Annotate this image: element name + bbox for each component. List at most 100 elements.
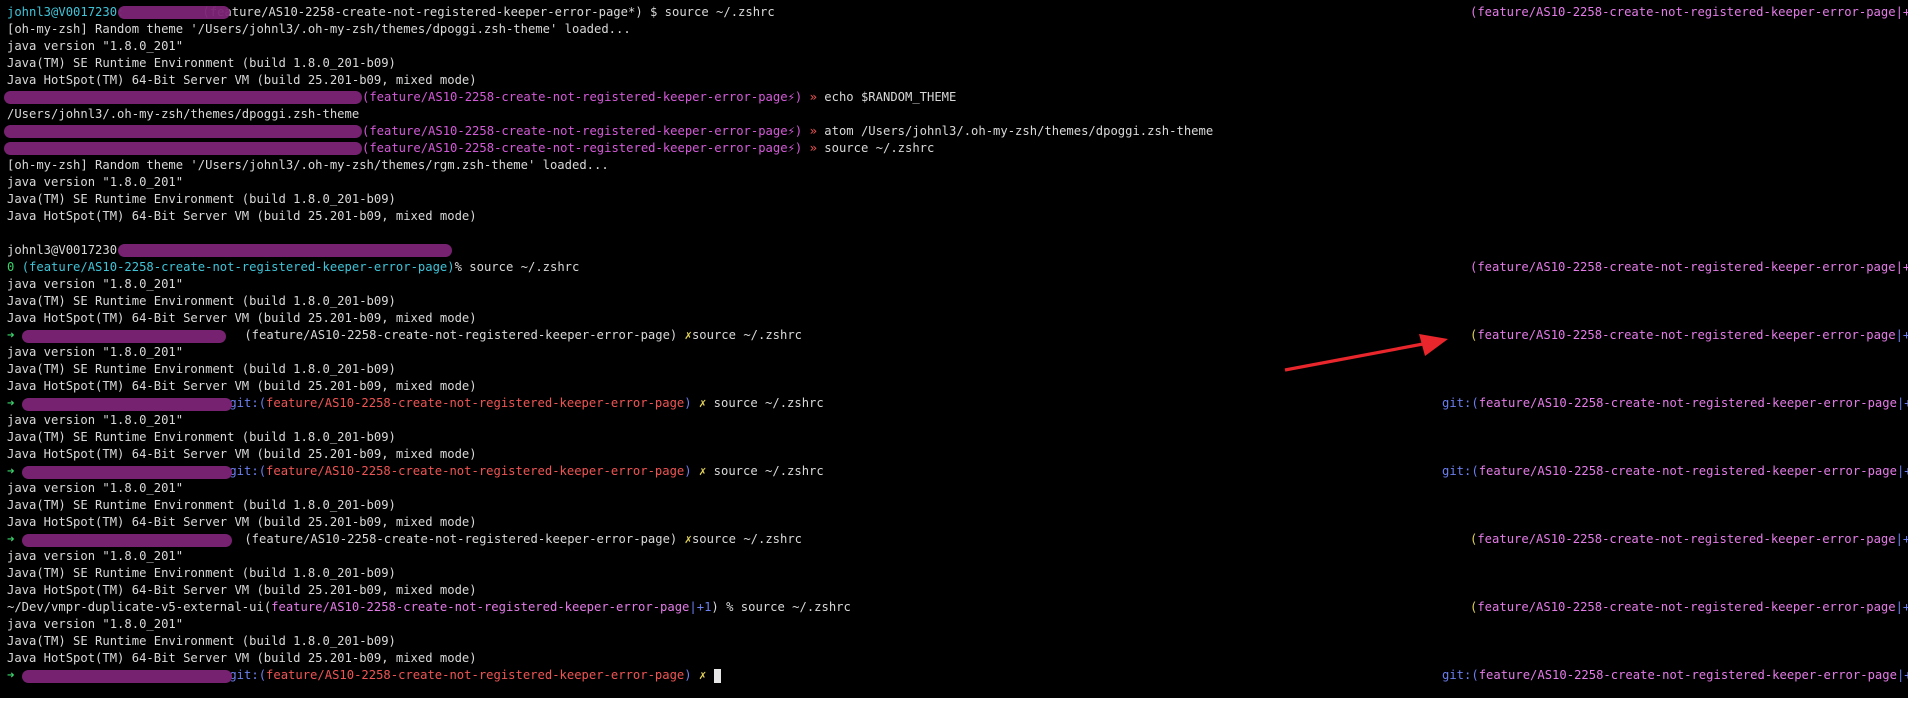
branch-label: feature/AS10-2258-create-not-registered-…: [271, 600, 690, 614]
redaction-mark: [4, 142, 362, 155]
terminal-line-36: java version "1.8.0_201": [7, 617, 184, 631]
branch-label: (feature/AS10-2258-create-not-registered…: [21, 260, 455, 274]
right-prompt-text: feature/AS10-2258-create-not-registered-…: [1477, 600, 1896, 614]
dirty-mark-icon: ✗: [698, 396, 707, 410]
terminal-line-14: johnl3@V0017230: [7, 243, 118, 257]
terminal-line-32: java version "1.8.0_201": [7, 549, 184, 563]
terminal-line-13: Java HotSpot(TM) 64-Bit Server VM (build…: [7, 209, 477, 223]
terminal-line-29: Java(TM) SE Runtime Environment (build 1…: [7, 498, 396, 512]
command-text: echo $RANDOM_THEME: [824, 90, 957, 104]
terminal-line-3: java version "1.8.0_201": [7, 39, 184, 53]
git-label: git:(: [1442, 396, 1479, 410]
command-text: source ~/.zshrc: [691, 532, 803, 546]
dirty-mark-icon: ✗: [698, 464, 707, 478]
branch-label: (feature/AS10-2258-create-not-registered…: [362, 141, 803, 155]
git-close: ): [684, 464, 692, 478]
terminal-line-38: Java HotSpot(TM) 64-Bit Server VM (build…: [7, 651, 477, 665]
exit-code: 0: [7, 260, 15, 274]
branch-label: (feature/AS10-2258-create-not-registered…: [244, 328, 678, 342]
prompt-separator: »: [809, 124, 817, 138]
git-label: git:(: [229, 464, 267, 478]
command-text: % source ~/.zshrc: [718, 600, 851, 614]
prompt-separator: »: [809, 90, 817, 104]
plus-count: |+1: [1896, 396, 1908, 410]
prompt-arrow-icon: ➜: [7, 396, 15, 410]
cwd-path: ~/Dev/vmpr-duplicate-v5-external-ui: [7, 600, 264, 614]
user-host: johnl3@V0017230:: [7, 5, 125, 19]
right-prompt-text: feature/AS10-2258-create-not-registered-…: [1478, 464, 1897, 478]
branch-label: (feature/AS10-2258-create-not-registered…: [244, 532, 678, 546]
branch-label: (feature/AS10-2258-create-not-registered…: [362, 90, 803, 104]
right-prompt: (feature/AS10-2258-create-not-registered…: [1470, 259, 1908, 276]
right-prompt-text: (feature/AS10-2258-create-not-registered…: [1470, 5, 1908, 19]
right-prompt-text: (feature/AS10-2258-create-not-registered…: [1470, 260, 1908, 274]
terminal-line-34: Java HotSpot(TM) 64-Bit Server VM (build…: [7, 583, 477, 597]
git-label: git:(: [1442, 668, 1479, 682]
terminal-line-10: [oh-my-zsh] Random theme '/Users/johnl3/…: [7, 158, 609, 172]
terminal-line-7: /Users/johnl3/.oh-my-zsh/themes/dpoggi.z…: [7, 107, 360, 121]
right-prompt: git:(feature/AS10-2258-create-not-regist…: [1442, 395, 1908, 412]
terminal-line-24: java version "1.8.0_201": [7, 413, 184, 427]
prompt-symbol: %: [454, 260, 462, 274]
prompt-arrow-icon: ➜: [7, 464, 15, 478]
git-label: git:(: [1442, 464, 1479, 478]
terminal-line-9: (feature/AS10-2258-create-not-registered…: [362, 140, 934, 157]
right-prompt: (feature/AS10-2258-create-not-registered…: [1470, 600, 1908, 614]
redaction-mark: [118, 244, 452, 257]
terminal-line-17: Java(TM) SE Runtime Environment (build 1…: [7, 294, 396, 308]
terminal-line-20: java version "1.8.0_201": [7, 345, 184, 359]
dirty-mark-icon: ✗: [684, 532, 692, 546]
right-prompt-text: feature/AS10-2258-create-not-registered-…: [1477, 532, 1896, 546]
right-prompt: (feature/AS10-2258-create-not-registered…: [1470, 532, 1908, 546]
right-prompt: (feature/AS10-2258-create-not-registered…: [1470, 4, 1908, 21]
redaction-mark: [22, 466, 232, 479]
git-close: ): [684, 396, 692, 410]
terminal-line-28: java version "1.8.0_201": [7, 481, 184, 495]
terminal-line-26: Java HotSpot(TM) 64-Bit Server VM (build…: [7, 447, 477, 461]
terminal-line-8: (feature/AS10-2258-create-not-registered…: [362, 123, 1213, 140]
terminal-line-5: Java HotSpot(TM) 64-Bit Server VM (build…: [7, 73, 477, 87]
command-text: atom /Users/johnl3/.oh-my-zsh/themes/dpo…: [824, 124, 1214, 138]
terminal-line-33: Java(TM) SE Runtime Environment (build 1…: [7, 566, 396, 580]
git-label: git:(: [229, 668, 267, 682]
redaction-mark: [22, 398, 232, 411]
redaction-mark: [22, 670, 232, 683]
prompt-arrow-icon: ➜: [7, 668, 15, 682]
right-prompt-text: feature/AS10-2258-create-not-registered-…: [1477, 328, 1896, 342]
plus-count: |+1: [689, 600, 712, 614]
dirty-mark-icon: ✗: [684, 328, 692, 342]
command-text: (feature/AS10-2258-create-not-registered…: [202, 5, 775, 19]
right-prompt: git:(feature/AS10-2258-create-not-regist…: [1442, 463, 1908, 480]
terminal-line-18: Java HotSpot(TM) 64-Bit Server VM (build…: [7, 311, 477, 325]
command-text: source ~/.zshrc: [713, 464, 824, 478]
branch-label: feature/AS10-2258-create-not-registered-…: [266, 396, 685, 410]
terminal-line-16: java version "1.8.0_201": [7, 277, 184, 291]
terminal-line-22: Java HotSpot(TM) 64-Bit Server VM (build…: [7, 379, 477, 393]
branch-label: feature/AS10-2258-create-not-registered-…: [266, 668, 685, 682]
redaction-mark: [22, 330, 226, 343]
text-cursor[interactable]: [713, 668, 721, 683]
terminal-line-35: ~/Dev/vmpr-duplicate-v5-external-ui(feat…: [7, 600, 851, 614]
terminal-line-37: Java(TM) SE Runtime Environment (build 1…: [7, 634, 396, 648]
terminal-line-12: Java(TM) SE Runtime Environment (build 1…: [7, 192, 396, 206]
terminal-window[interactable]: johnl3@V0017230: (feature/AS10-2258-creat…: [0, 0, 1908, 698]
right-prompt: (feature/AS10-2258-create-not-registered…: [1470, 328, 1908, 342]
redaction-mark: [4, 125, 362, 138]
command-text: source ~/.zshrc: [469, 260, 580, 274]
terminal-line-6: (feature/AS10-2258-create-not-registered…: [362, 89, 956, 106]
command-text: source ~/.zshrc: [824, 141, 935, 155]
redaction-mark: [4, 91, 362, 104]
command-text: source ~/.zshrc: [691, 328, 803, 342]
right-prompt-text: feature/AS10-2258-create-not-registered-…: [1478, 668, 1897, 682]
git-label: git:(: [229, 396, 267, 410]
command-text: source ~/.zshrc: [713, 396, 824, 410]
redaction-mark: [22, 534, 232, 547]
plus-count: |+1: [1896, 668, 1908, 682]
terminal-line-25: Java(TM) SE Runtime Environment (build 1…: [7, 430, 396, 444]
dirty-mark-icon: ✗: [698, 668, 707, 682]
branch-label: (feature/AS10-2258-create-not-registered…: [362, 124, 803, 138]
terminal-line-30: Java HotSpot(TM) 64-Bit Server VM (build…: [7, 515, 477, 529]
prompt-separator: »: [809, 141, 817, 155]
right-prompt-text: feature/AS10-2258-create-not-registered-…: [1478, 396, 1897, 410]
plus-count: |+1: [1896, 464, 1908, 478]
